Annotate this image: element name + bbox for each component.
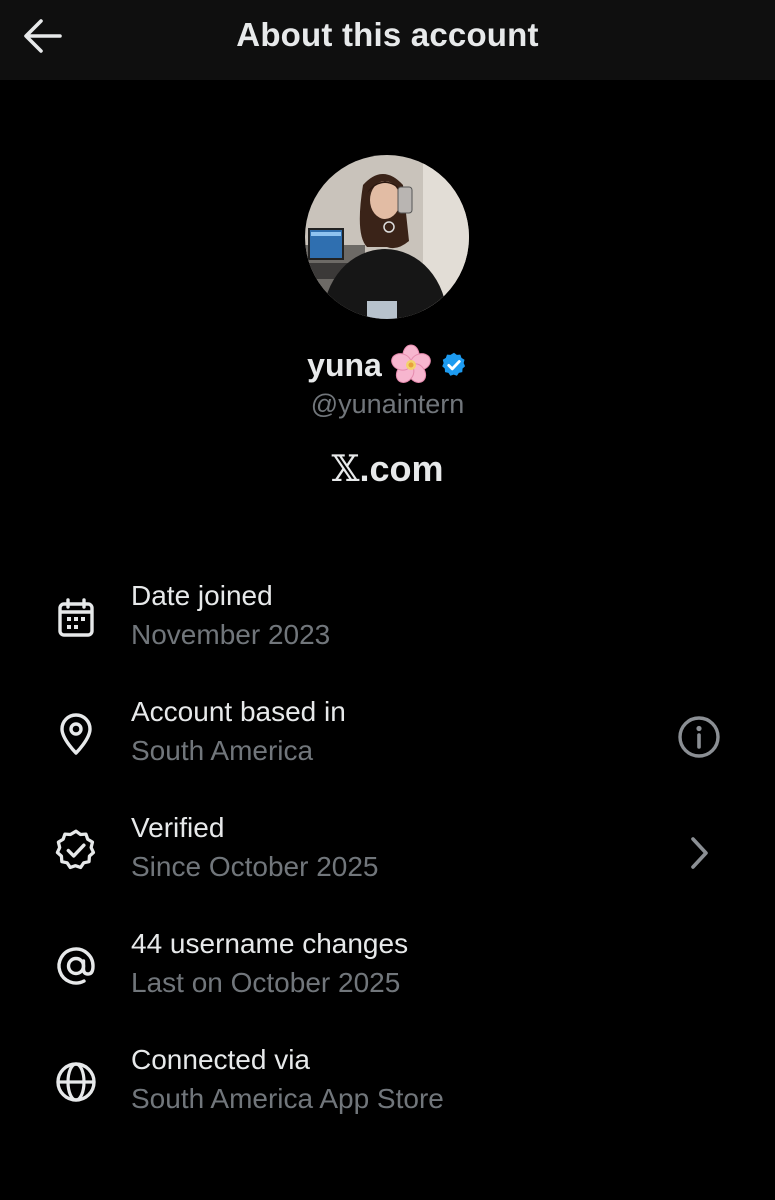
detail-label: 44 username changes [131, 928, 409, 959]
calendar-icon [50, 592, 102, 644]
site-domain: .com [359, 448, 444, 489]
cherry-blossom-icon [390, 344, 432, 386]
verified-check-icon [50, 824, 102, 876]
detail-row-verified[interactable]: Verified Since October 2025 [0, 812, 775, 908]
detail-label: Verified [131, 812, 225, 843]
x-logo: 𝕏 [331, 449, 360, 490]
detail-label: Account based in [131, 696, 346, 727]
profile-name-row: yuna [0, 344, 775, 386]
detail-value: South America App Store [131, 1083, 444, 1114]
arrow-left-icon [24, 19, 62, 53]
detail-row-username-changes: 44 username changes Last on October 2025 [0, 928, 775, 1024]
top-bar: About this account [0, 0, 775, 80]
detail-row-date-joined: Date joined November 2023 [0, 580, 775, 676]
back-button[interactable] [14, 12, 70, 60]
location-pin-icon [50, 708, 102, 760]
at-sign-icon [50, 940, 102, 992]
detail-value: Since October 2025 [131, 851, 379, 882]
verified-badge-icon[interactable] [440, 351, 468, 379]
detail-label: Connected via [131, 1044, 311, 1075]
detail-row-connected-via: Connected via South America App Store [0, 1044, 775, 1140]
username-handle[interactable]: @yunaintern [0, 389, 775, 420]
avatar[interactable] [305, 155, 469, 319]
detail-value: November 2023 [131, 619, 331, 650]
detail-value: South America [131, 735, 314, 766]
detail-row-account-based-in: Account based in South America [0, 696, 775, 792]
detail-label: Date joined [131, 580, 273, 611]
page-title: About this account [236, 16, 539, 53]
chevron-right-icon[interactable] [672, 826, 726, 880]
detail-value: Last on October 2025 [131, 967, 401, 998]
info-icon[interactable] [672, 710, 726, 764]
site-label: 𝕏.com [0, 448, 775, 490]
globe-icon [50, 1056, 102, 1108]
display-name: yuna [307, 346, 382, 383]
